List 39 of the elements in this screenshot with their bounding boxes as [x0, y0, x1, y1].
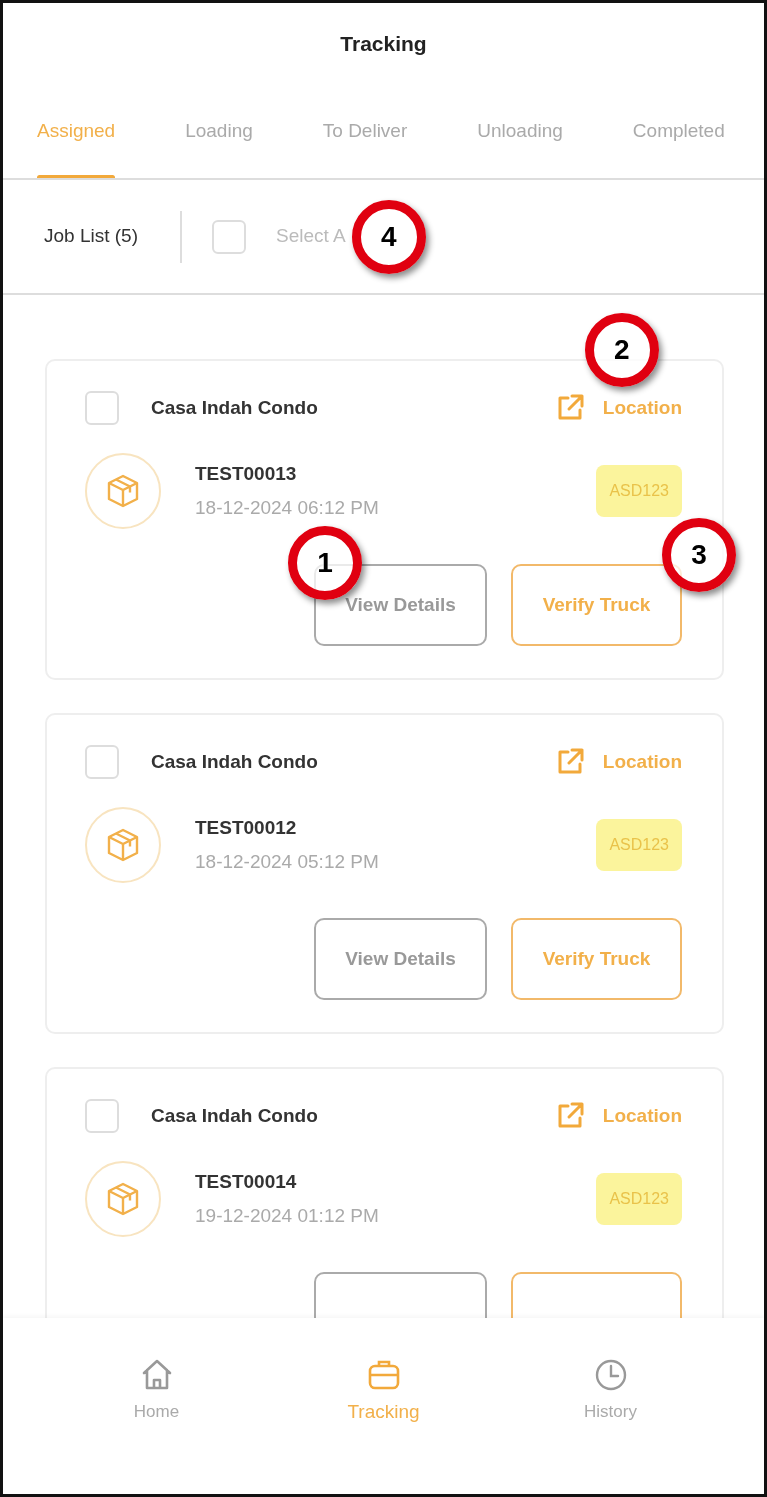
package-icon: [105, 827, 141, 863]
location-link[interactable]: Location: [602, 747, 682, 777]
annotation-marker: 3: [662, 518, 736, 592]
job-number: TEST00013: [195, 461, 298, 486]
tab[interactable]: Loading: [185, 85, 253, 178]
job-checkbox[interactable]: [85, 391, 119, 425]
annotation-marker: 2: [584, 313, 659, 387]
job-datetime: 19-12-2024 01:12 PM: [195, 1204, 379, 1228]
location-link[interactable]: Location: [602, 393, 682, 423]
job-checkbox[interactable]: [85, 1099, 119, 1133]
annotation-marker: 4: [351, 199, 426, 274]
truck-plate-tag: ASD123: [596, 465, 682, 517]
verify-truck-button[interactable]: Verify Truck: [511, 564, 682, 646]
package-icon: [105, 473, 141, 509]
tab[interactable]: Unloading: [477, 85, 563, 178]
site-name: Casa Indah Condo: [151, 1103, 318, 1128]
truck-plate-tag: ASD123: [596, 1173, 682, 1225]
tab[interactable]: To Deliver: [322, 85, 408, 178]
tab[interactable]: Assigned: [37, 85, 116, 178]
package-icon: [105, 1181, 141, 1217]
job-datetime: 18-12-2024 06:12 PM: [195, 496, 379, 520]
job-number: TEST00012: [195, 815, 298, 840]
view-details-button[interactable]: View Details: [314, 918, 487, 1000]
truck-plate-tag: ASD123: [596, 819, 682, 871]
tab[interactable]: Completed: [632, 85, 725, 178]
nav-item[interactable]: Home: [76, 1356, 237, 1426]
job-datetime: 18-12-2024 05:12 PM: [195, 850, 379, 874]
select-all-checkbox[interactable]: [212, 219, 246, 254]
verify-truck-button[interactable]: Verify Truck: [511, 918, 682, 1000]
job-checkbox[interactable]: [85, 745, 119, 779]
site-name: Casa Indah Condo: [151, 395, 318, 420]
nav-item[interactable]: Tracking: [303, 1354, 464, 1428]
select-all-label[interactable]: Select A: [276, 222, 346, 251]
nav-item[interactable]: History: [530, 1356, 691, 1426]
site-name: Casa Indah Condo: [151, 749, 318, 774]
job-number: TEST00014: [195, 1169, 298, 1194]
job-list-count: Job List (5): [44, 224, 138, 249]
location-link[interactable]: Location: [602, 1101, 682, 1131]
page-title: Tracking: [340, 31, 427, 58]
